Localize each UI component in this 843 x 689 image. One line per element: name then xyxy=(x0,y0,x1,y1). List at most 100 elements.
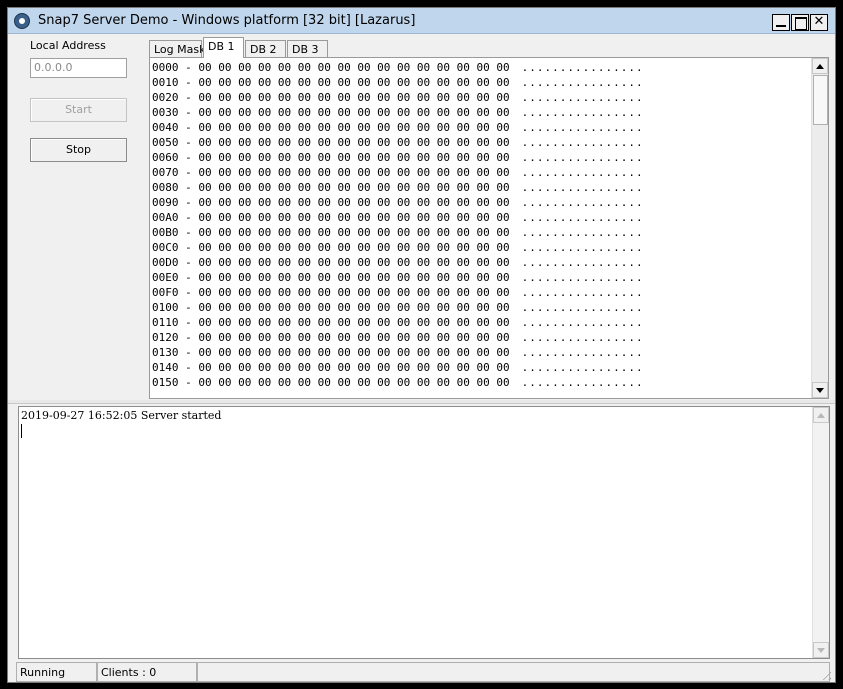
log-view[interactable]: 2019-09-27 16:52:05 Server started xyxy=(18,406,830,659)
hex-row-ascii: ................ xyxy=(521,226,644,239)
hex-scrollbar[interactable] xyxy=(811,58,828,398)
hex-row: 0080 - 00 00 00 00 00 00 00 00 00 00 00 … xyxy=(152,181,644,194)
log-scrollbar[interactable] xyxy=(812,407,829,658)
status-clients: Clients : 0 xyxy=(97,662,197,682)
hex-row-bytes: 00 00 00 00 00 00 00 00 00 00 00 00 00 0… xyxy=(198,181,510,194)
hex-row-bytes: 00 00 00 00 00 00 00 00 00 00 00 00 00 0… xyxy=(198,256,510,269)
hex-row-bytes: 00 00 00 00 00 00 00 00 00 00 00 00 00 0… xyxy=(198,91,510,104)
title-bar[interactable]: Snap7 Server Demo - Windows platform [32… xyxy=(8,8,835,34)
hex-dump-lines: 0000 - 00 00 00 00 00 00 00 00 00 00 00 … xyxy=(152,60,644,390)
text-caret xyxy=(21,424,22,438)
local-address-label: Local Address xyxy=(30,39,106,52)
hex-row-ascii: ................ xyxy=(521,271,644,284)
snap7-app-icon[interactable] xyxy=(14,13,30,29)
hex-row-ascii: ................ xyxy=(521,151,644,164)
scroll-up-arrow-icon[interactable] xyxy=(813,407,829,423)
hex-row-ascii: ................ xyxy=(521,166,644,179)
hex-row: 00E0 - 00 00 00 00 00 00 00 00 00 00 00 … xyxy=(152,271,644,284)
scroll-thumb[interactable] xyxy=(813,75,828,125)
tab-db-2[interactable]: DB 2 xyxy=(245,40,286,57)
hex-row-ascii: ................ xyxy=(521,286,644,299)
local-address-input[interactable]: 0.0.0.0 xyxy=(30,58,127,78)
hex-row-offset: 0120 xyxy=(152,331,179,344)
hex-row-offset: 0130 xyxy=(152,346,179,359)
hex-row-offset: 00B0 xyxy=(152,226,179,239)
hex-row-bytes: 00 00 00 00 00 00 00 00 00 00 00 00 00 0… xyxy=(198,301,510,314)
hex-row-ascii: ................ xyxy=(521,316,644,329)
hex-row-bytes: 00 00 00 00 00 00 00 00 00 00 00 00 00 0… xyxy=(198,361,510,374)
hex-dump-view[interactable]: 0000 - 00 00 00 00 00 00 00 00 00 00 00 … xyxy=(149,57,829,399)
hex-row-bytes: 00 00 00 00 00 00 00 00 00 00 00 00 00 0… xyxy=(198,151,510,164)
hex-row-ascii: ................ xyxy=(521,121,644,134)
hex-row-offset: 0000 xyxy=(152,61,179,74)
hex-row-offset: 00A0 xyxy=(152,211,179,224)
hex-row-bytes: 00 00 00 00 00 00 00 00 00 00 00 00 00 0… xyxy=(198,61,510,74)
hex-row-offset: 0100 xyxy=(152,301,179,314)
tab-db-1[interactable]: DB 1 xyxy=(203,37,244,58)
hex-row-bytes: 00 00 00 00 00 00 00 00 00 00 00 00 00 0… xyxy=(198,76,510,89)
hex-row-ascii: ................ xyxy=(521,211,644,224)
hex-row-offset: 0010 xyxy=(152,76,179,89)
minimize-button[interactable] xyxy=(772,14,790,31)
close-button[interactable]: ✕ xyxy=(810,14,828,31)
hex-row: 00C0 - 00 00 00 00 00 00 00 00 00 00 00 … xyxy=(152,241,644,254)
hex-row-ascii: ................ xyxy=(521,241,644,254)
status-bar: Running Clients : 0 xyxy=(8,662,835,682)
hex-row-offset: 0060 xyxy=(152,151,179,164)
hex-row-bytes: 00 00 00 00 00 00 00 00 00 00 00 00 00 0… xyxy=(198,211,510,224)
hex-row-offset: 00C0 xyxy=(152,241,179,254)
hex-row: 0030 - 00 00 00 00 00 00 00 00 00 00 00 … xyxy=(152,106,644,119)
hex-row: 0020 - 00 00 00 00 00 00 00 00 00 00 00 … xyxy=(152,91,644,104)
hex-row-bytes: 00 00 00 00 00 00 00 00 00 00 00 00 00 0… xyxy=(198,346,510,359)
hex-row: 00F0 - 00 00 00 00 00 00 00 00 00 00 00 … xyxy=(152,286,644,299)
hex-row-offset: 0070 xyxy=(152,166,179,179)
hex-row-offset: 0140 xyxy=(152,361,179,374)
hex-row-bytes: 00 00 00 00 00 00 00 00 00 00 00 00 00 0… xyxy=(198,316,510,329)
hex-row: 0060 - 00 00 00 00 00 00 00 00 00 00 00 … xyxy=(152,151,644,164)
hex-row-bytes: 00 00 00 00 00 00 00 00 00 00 00 00 00 0… xyxy=(198,286,510,299)
stop-button[interactable]: Stop xyxy=(30,138,127,162)
panel-splitter[interactable] xyxy=(8,400,835,404)
start-button[interactable]: Start xyxy=(30,98,127,122)
hex-row-ascii: ................ xyxy=(521,61,644,74)
hex-row-bytes: 00 00 00 00 00 00 00 00 00 00 00 00 00 0… xyxy=(198,331,510,344)
hex-row: 0140 - 00 00 00 00 00 00 00 00 00 00 00 … xyxy=(152,361,644,374)
hex-row: 0110 - 00 00 00 00 00 00 00 00 00 00 00 … xyxy=(152,316,644,329)
hex-row: 0120 - 00 00 00 00 00 00 00 00 00 00 00 … xyxy=(152,331,644,344)
hex-row: 0090 - 00 00 00 00 00 00 00 00 00 00 00 … xyxy=(152,196,644,209)
hex-row-ascii: ................ xyxy=(521,76,644,89)
scroll-up-arrow-icon[interactable] xyxy=(812,58,828,74)
scroll-down-arrow-icon[interactable] xyxy=(813,642,829,658)
hex-row: 0070 - 00 00 00 00 00 00 00 00 00 00 00 … xyxy=(152,166,644,179)
hex-row-offset: 0040 xyxy=(152,121,179,134)
hex-row: 0040 - 00 00 00 00 00 00 00 00 00 00 00 … xyxy=(152,121,644,134)
tab-log-mask[interactable]: Log Mask xyxy=(149,40,205,57)
hex-row-ascii: ................ xyxy=(521,331,644,344)
hex-row-ascii: ................ xyxy=(521,361,644,374)
hex-row-bytes: 00 00 00 00 00 00 00 00 00 00 00 00 00 0… xyxy=(198,241,510,254)
tab-db-3[interactable]: DB 3 xyxy=(287,40,328,57)
scroll-down-arrow-icon[interactable] xyxy=(812,382,828,398)
client-area: Local Address 0.0.0.0 Start Stop Log Mas… xyxy=(8,35,835,682)
hex-row-ascii: ................ xyxy=(521,181,644,194)
hex-row-ascii: ................ xyxy=(521,301,644,314)
hex-row: 0010 - 00 00 00 00 00 00 00 00 00 00 00 … xyxy=(152,76,644,89)
main-window: Snap7 Server Demo - Windows platform [32… xyxy=(7,7,836,683)
hex-row-bytes: 00 00 00 00 00 00 00 00 00 00 00 00 00 0… xyxy=(198,121,510,134)
log-line: 2019-09-27 16:52:05 Server started xyxy=(21,409,222,422)
hex-row-offset: 0110 xyxy=(152,316,179,329)
hex-row-ascii: ................ xyxy=(521,256,644,269)
hex-row: 0130 - 00 00 00 00 00 00 00 00 00 00 00 … xyxy=(152,346,644,359)
hex-row: 00B0 - 00 00 00 00 00 00 00 00 00 00 00 … xyxy=(152,226,644,239)
maximize-button[interactable] xyxy=(791,14,809,31)
hex-row: 0150 - 00 00 00 00 00 00 00 00 00 00 00 … xyxy=(152,376,644,389)
hex-row-ascii: ................ xyxy=(521,196,644,209)
hex-row-offset: 00F0 xyxy=(152,286,179,299)
hex-row-offset: 0050 xyxy=(152,136,179,149)
hex-row-ascii: ................ xyxy=(521,106,644,119)
hex-row-ascii: ................ xyxy=(521,376,644,389)
hex-row-bytes: 00 00 00 00 00 00 00 00 00 00 00 00 00 0… xyxy=(198,136,510,149)
window-title: Snap7 Server Demo - Windows platform [32… xyxy=(38,13,416,28)
hex-row: 0100 - 00 00 00 00 00 00 00 00 00 00 00 … xyxy=(152,301,644,314)
hex-row-ascii: ................ xyxy=(521,136,644,149)
